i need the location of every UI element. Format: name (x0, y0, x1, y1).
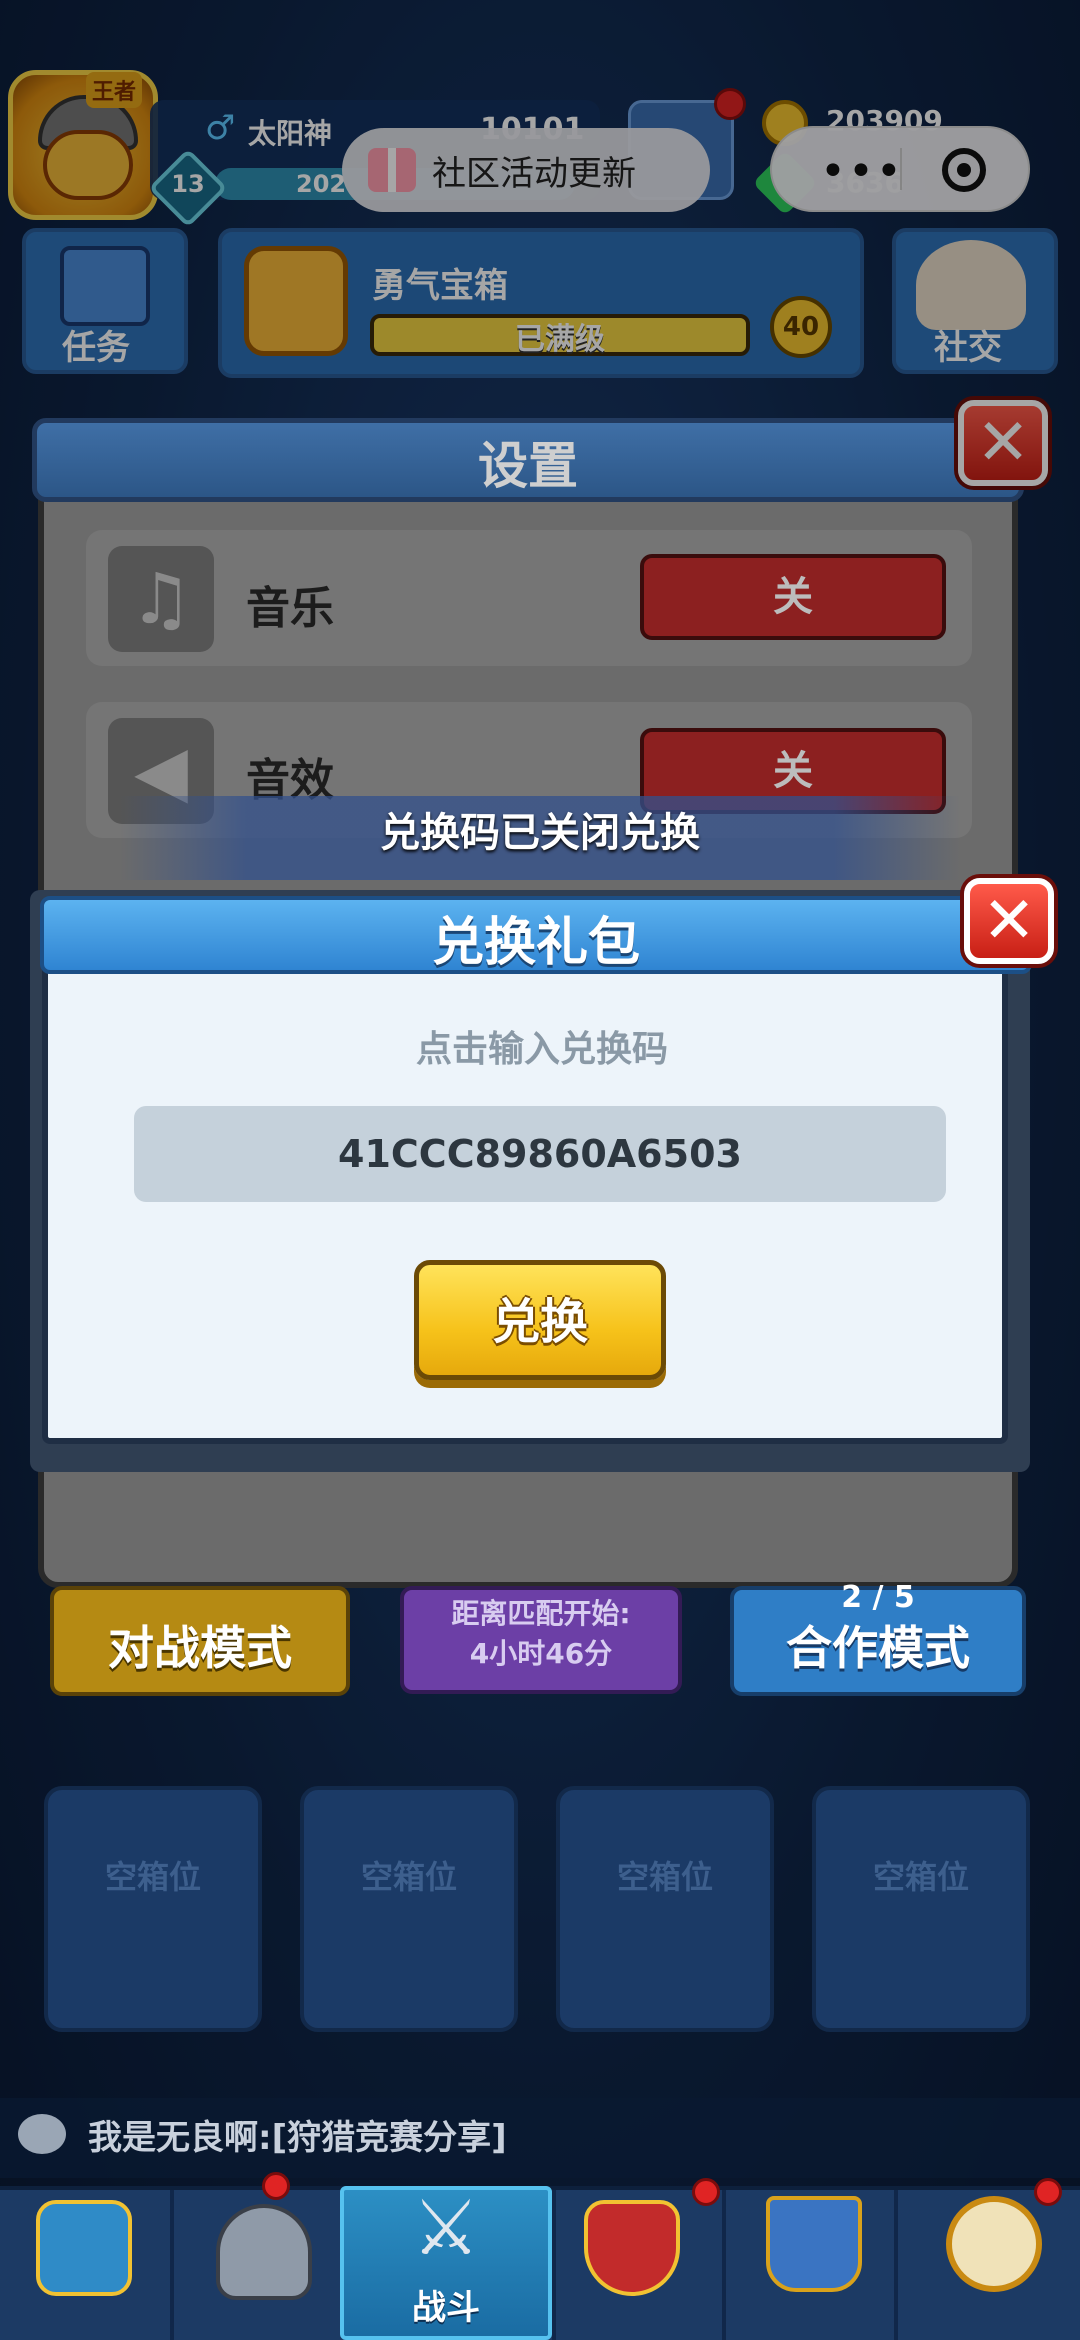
chest-slot-label: 空箱位 (616, 1858, 713, 1896)
treasure-chest-icon[interactable] (36, 2200, 132, 2296)
music-label: 音乐 (246, 583, 334, 634)
chest-slot[interactable] (812, 1786, 1030, 2032)
redeem-button-label: 兑换 (491, 1294, 588, 1350)
music-toggle-button[interactable]: 关 (640, 554, 946, 640)
coop-player-count: 2 / 5 (841, 1580, 915, 1615)
nav-tab-battle-label: 战斗 (412, 2288, 480, 2328)
notification-dot (692, 2178, 720, 2206)
close-icon: ✕ (976, 406, 1030, 480)
redeem-code-input[interactable]: 41CCC89860A6503 (134, 1106, 946, 1202)
chest-slot-label: 空箱位 (872, 1858, 969, 1896)
notification-dot (262, 2172, 290, 2200)
notification-dot (1034, 2178, 1062, 2206)
chat-message: 我是无良啊:[狩猎竞赛分享] (88, 2118, 507, 2158)
chat-bubble-icon (18, 2114, 66, 2154)
settings-title: 设置 (478, 437, 578, 495)
toast-message: 兑换码已关闭兑换 (380, 810, 700, 856)
music-note-icon: ♫ (108, 546, 214, 652)
gift-dialog-title: 兑换礼包 (431, 913, 640, 973)
nav-divider (552, 2190, 556, 2340)
friends-banner-icon[interactable] (766, 2196, 862, 2292)
coop-mode-label: 合作模式 (786, 1621, 970, 1675)
nav-divider (170, 2190, 174, 2340)
chest-slot[interactable] (44, 1786, 262, 2032)
chest-slot-label: 空箱位 (104, 1858, 201, 1896)
match-timer-caption: 距离匹配开始: (451, 1597, 631, 1630)
chest-slot[interactable] (300, 1786, 518, 2032)
nav-divider (894, 2190, 898, 2340)
pvp-mode-label: 对战模式 (108, 1621, 292, 1675)
crossed-swords-icon: ⚔ (411, 2183, 481, 2272)
match-timer-value: 4小时46分 (469, 1637, 613, 1670)
clan-shield-icon[interactable] (584, 2200, 680, 2296)
chest-slot[interactable] (556, 1786, 774, 2032)
chest-slot-label: 空箱位 (360, 1858, 457, 1896)
nav-divider (722, 2190, 726, 2340)
code-hint: 点击输入兑换码 (415, 1029, 668, 1070)
compass-icon[interactable] (946, 2196, 1042, 2292)
settings-close-button[interactable]: ✕ (958, 400, 1048, 486)
close-icon: ✕ (982, 884, 1036, 958)
gift-close-button[interactable]: ✕ (964, 878, 1054, 964)
knight-helmet-icon[interactable] (216, 2204, 312, 2300)
